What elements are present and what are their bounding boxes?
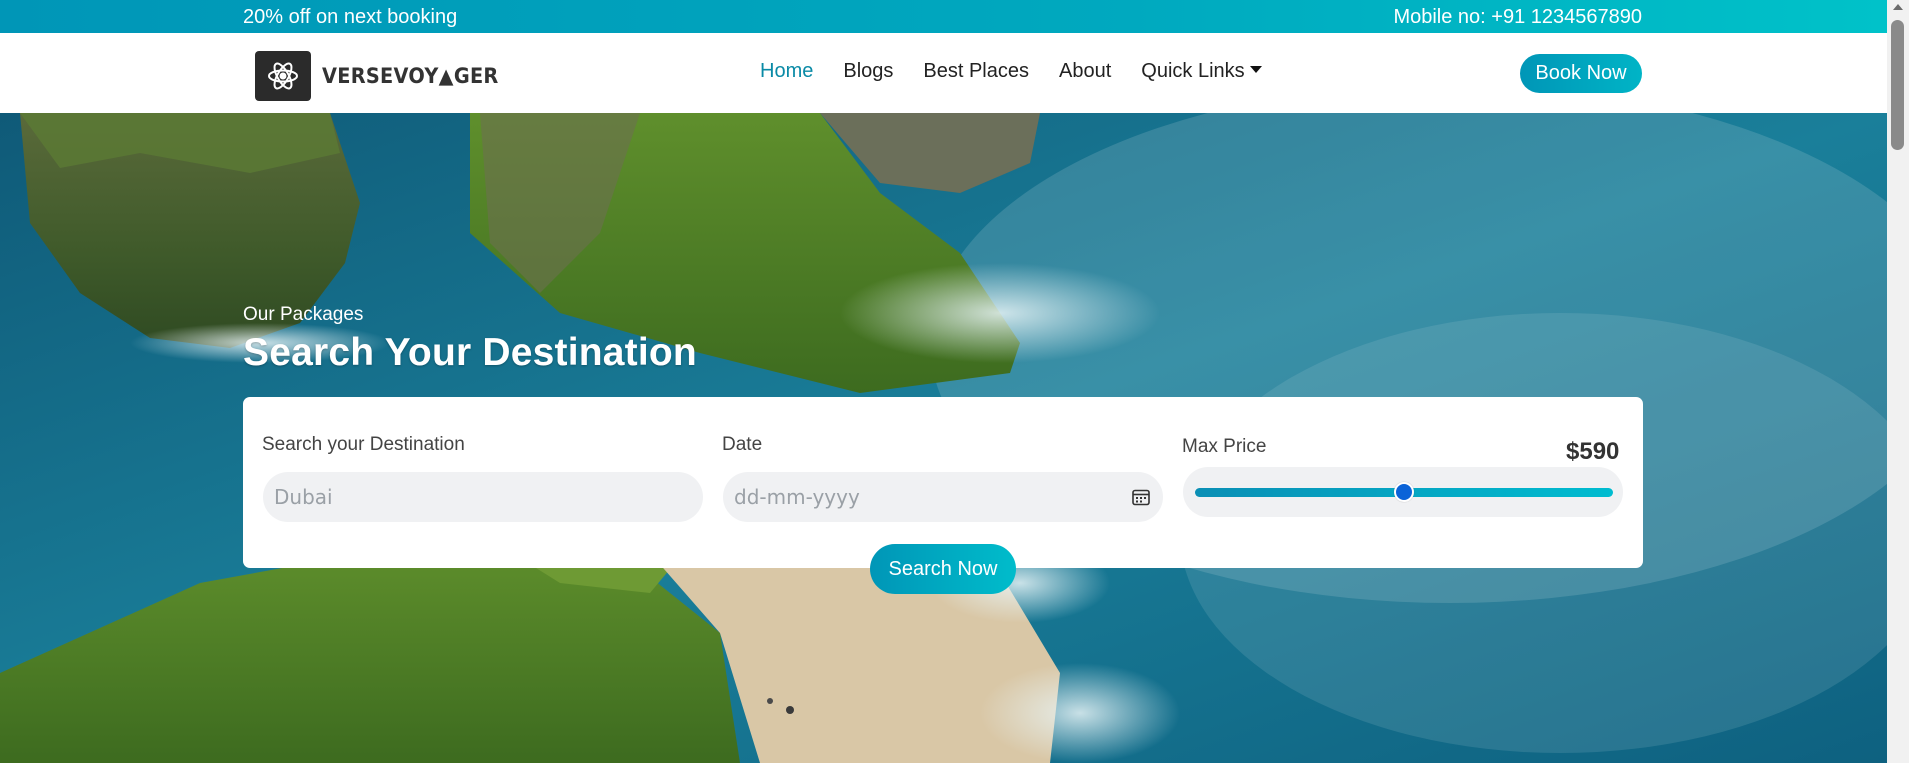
caret-down-icon — [1249, 66, 1262, 74]
hero-subtitle: Our Packages — [243, 304, 364, 325]
navbar: VERSEVOY▲GER Home Blogs Best Places Abou… — [0, 33, 1887, 113]
nav-quick-links-label: Quick Links — [1141, 60, 1245, 82]
search-card: Search your Destination Date Max Price $… — [243, 397, 1643, 568]
nav-best-places[interactable]: Best Places — [923, 60, 1029, 83]
max-price-label: Max Price — [1182, 436, 1267, 457]
nav-quick-links[interactable]: Quick Links — [1141, 60, 1262, 83]
brand-logo[interactable]: VERSEVOY▲GER — [255, 51, 514, 101]
hero-title: Search Your Destination — [243, 331, 697, 374]
scrollbar-thumb[interactable] — [1891, 20, 1904, 150]
destination-label: Search your Destination — [262, 434, 465, 455]
mobile-number: Mobile no: +91 1234567890 — [1393, 6, 1642, 28]
brand-name: VERSEVOY▲GER — [322, 64, 499, 88]
announcement-bar: 20% off on next booking Mobile no: +91 1… — [0, 0, 1887, 33]
promo-text: 20% off on next booking — [243, 6, 458, 28]
book-now-button[interactable]: Book Now — [1520, 54, 1642, 93]
search-now-button[interactable]: Search Now — [870, 544, 1016, 594]
scroll-up-icon[interactable] — [1893, 4, 1903, 10]
main-nav: Home Blogs Best Places About Quick Links — [760, 60, 1262, 83]
nav-about[interactable]: About — [1059, 60, 1111, 83]
nav-blogs[interactable]: Blogs — [843, 60, 893, 83]
scrollbar[interactable] — [1887, 0, 1909, 763]
destination-input[interactable] — [263, 472, 703, 522]
price-slider[interactable] — [1183, 467, 1623, 517]
max-price-value: $590 — [1566, 438, 1620, 465]
price-slider-thumb[interactable] — [1394, 482, 1414, 502]
date-label: Date — [722, 434, 763, 455]
date-input[interactable] — [723, 472, 1163, 522]
flower-icon — [255, 51, 311, 101]
calendar-icon[interactable] — [1131, 487, 1151, 507]
nav-home[interactable]: Home — [760, 60, 813, 83]
